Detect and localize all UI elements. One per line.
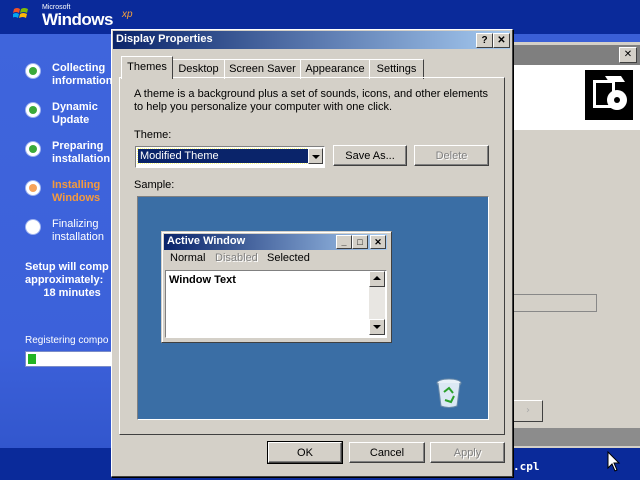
recycle-bin-icon: [436, 378, 462, 408]
background-window-close-icon[interactable]: ✕: [619, 47, 637, 63]
console-text: .cpl: [513, 460, 540, 473]
step-done-bullet-icon: [26, 103, 40, 117]
logo-xp-text: xp: [122, 9, 133, 20]
logo-windows-text: Windows: [42, 10, 113, 29]
setup-time-remaining: Setup will comp approximately: 18 minute…: [25, 261, 109, 299]
theme-label: Theme:: [134, 129, 172, 141]
help-button[interactable]: ?: [476, 33, 493, 48]
tab-settings[interactable]: Settings: [369, 59, 424, 79]
tab-themes[interactable]: Themes: [121, 56, 173, 79]
dialog-title: Display Properties: [116, 33, 213, 45]
setup-progress-bar: [25, 351, 113, 367]
step-label: Finalizing installation: [52, 218, 104, 243]
setup-step-dynamic-update: Dynamic Update: [26, 101, 116, 129]
theme-dropdown-value: Modified Theme: [137, 148, 309, 164]
chevron-down-icon[interactable]: [308, 148, 323, 164]
step-pending-bullet-icon: [26, 220, 40, 234]
setup-step-installing: Installing Windows: [26, 179, 116, 207]
step-label: Dynamic Update: [52, 101, 98, 126]
sample-window-title: Active Window: [167, 235, 246, 247]
cancel-button[interactable]: Cancel: [349, 442, 425, 463]
scroll-up-icon: [369, 271, 385, 287]
sample-menu-disabled: Disabled: [215, 252, 258, 264]
themes-description: A theme is a background plus a set of so…: [134, 88, 489, 113]
mouse-cursor-icon: [607, 451, 621, 472]
background-window-button[interactable]: ›: [513, 400, 543, 422]
setup-step-collecting: Collecting information: [26, 62, 116, 90]
step-label: Collecting information: [52, 62, 113, 87]
maximize-icon: □: [352, 235, 368, 249]
windows-flag-icon: [13, 8, 28, 18]
apply-button[interactable]: Apply: [430, 442, 505, 463]
theme-dropdown[interactable]: Modified Theme: [135, 146, 325, 168]
setup-step-preparing: Preparing installation: [26, 140, 116, 168]
sample-menu-selected: Selected: [267, 252, 310, 264]
close-button[interactable]: ✕: [493, 33, 510, 48]
setup-step-finalizing: Finalizing installation: [26, 218, 116, 246]
sample-window-text: Window Text: [169, 274, 236, 286]
tab-screen-saver[interactable]: Screen Saver: [224, 59, 301, 79]
step-label: Preparing installation: [52, 140, 111, 165]
tab-appearance[interactable]: Appearance: [300, 59, 370, 79]
close-icon: ✕: [370, 235, 386, 249]
step-done-bullet-icon: [26, 142, 40, 156]
sample-menu-bar: Normal Disabled Selected: [164, 251, 387, 267]
step-current-bullet-icon: [26, 181, 40, 195]
sample-menu-normal: Normal: [170, 252, 206, 264]
sample-label: Sample:: [134, 179, 175, 191]
save-as-button[interactable]: Save As...: [333, 145, 407, 166]
background-window-footer: [512, 428, 640, 446]
delete-button[interactable]: Delete: [414, 145, 489, 166]
step-done-bullet-icon: [26, 64, 40, 78]
setup-status-text: Registering compo: [25, 335, 109, 346]
sample-scrollbar: [369, 271, 385, 335]
ok-button[interactable]: OK: [267, 441, 343, 464]
setup-progress-fill: [28, 354, 36, 364]
background-window-field: [513, 294, 597, 312]
scroll-down-icon: [369, 319, 385, 335]
tab-desktop[interactable]: Desktop: [172, 59, 225, 79]
minimize-icon: _: [336, 235, 352, 249]
display-properties-icon: [585, 70, 633, 120]
step-label: Installing Windows: [52, 179, 101, 204]
